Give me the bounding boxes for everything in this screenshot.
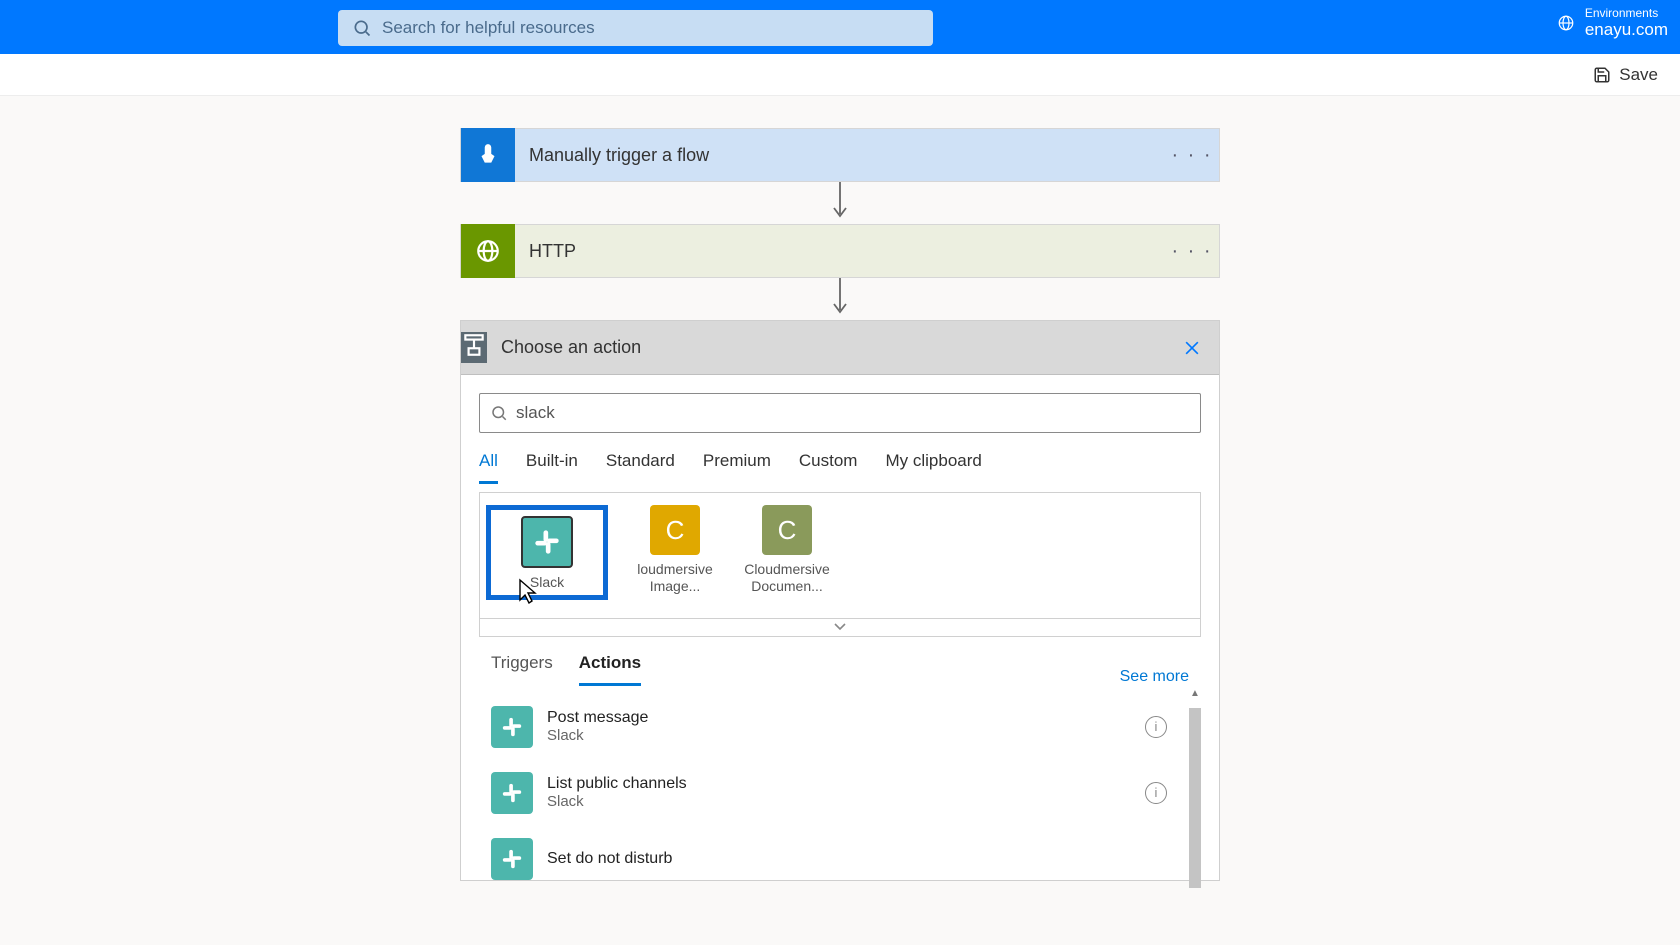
close-icon: [1182, 338, 1202, 358]
global-search[interactable]: [338, 10, 933, 46]
cloudmersive-document-icon: C: [762, 505, 812, 555]
environment-name: enayu.com: [1585, 20, 1668, 40]
trigger-action-tabs: Triggers Actions: [491, 653, 641, 686]
subtab-actions[interactable]: Actions: [579, 653, 641, 686]
action-title: List public channels: [547, 775, 687, 793]
choose-action-icon: [461, 332, 487, 363]
environment-icon: [1557, 14, 1575, 32]
command-bar: Save: [0, 54, 1680, 96]
connector-slack[interactable]: Slack: [486, 505, 608, 600]
connector-label: loudmersive Image...: [631, 561, 719, 595]
http-icon: [461, 224, 515, 278]
environment-picker[interactable]: Environments enayu.com: [1557, 6, 1668, 40]
connector-cloudmersive-image[interactable]: C loudmersive Image...: [630, 505, 720, 595]
trigger-icon: [461, 128, 515, 182]
trigger-card[interactable]: Manually trigger a flow · · ·: [460, 128, 1220, 182]
tab-custom[interactable]: Custom: [799, 451, 858, 484]
action-title: Set do not disturb: [547, 850, 672, 868]
action-title: Post message: [547, 709, 648, 727]
global-search-input[interactable]: [382, 18, 919, 38]
panel-title: Choose an action: [487, 337, 1165, 358]
connector-arrow: [460, 182, 1220, 224]
trigger-title: Manually trigger a flow: [515, 145, 1165, 166]
choose-action-panel: Choose an action All Built-in Standard P…: [460, 320, 1220, 881]
connector-label: Slack: [530, 574, 564, 591]
connector-label: Cloudmersive Documen...: [743, 561, 831, 595]
connector-cloudmersive-document[interactable]: C Cloudmersive Documen...: [742, 505, 832, 595]
cloudmersive-image-icon: C: [650, 505, 700, 555]
category-tabs: All Built-in Standard Premium Custom My …: [479, 451, 1201, 484]
connector-search-input[interactable]: [516, 403, 1190, 423]
action-subtitle: Slack: [547, 793, 687, 810]
tab-all[interactable]: All: [479, 451, 498, 484]
action-list-channels[interactable]: List public channels Slack i: [491, 760, 1197, 826]
slack-icon: [491, 772, 533, 814]
slack-icon: [491, 838, 533, 880]
connector-grid: Slack C loudmersive Image... C Cloudmers…: [479, 492, 1201, 619]
info-icon[interactable]: i: [1145, 782, 1167, 804]
actions-list: ▲ Post message Slack i: [491, 694, 1197, 880]
close-panel-button[interactable]: [1165, 321, 1219, 375]
flow-canvas: Manually trigger a flow · · · HTTP · · ·…: [0, 96, 1680, 881]
action-post-message[interactable]: Post message Slack i: [491, 694, 1197, 760]
slack-icon: [491, 706, 533, 748]
search-icon: [490, 404, 508, 422]
expand-connectors-button[interactable]: [479, 619, 1201, 637]
see-more-link[interactable]: See more: [1120, 668, 1189, 686]
save-label: Save: [1619, 65, 1658, 85]
trigger-menu-button[interactable]: · · ·: [1165, 128, 1219, 182]
top-bar: Environments enayu.com: [0, 0, 1680, 54]
scroll-up-button[interactable]: ▲: [1189, 688, 1201, 700]
save-icon: [1593, 66, 1611, 84]
chevron-down-icon: [834, 623, 846, 631]
tab-standard[interactable]: Standard: [606, 451, 675, 484]
action-subtitle: Slack: [547, 727, 648, 744]
http-title: HTTP: [515, 241, 1165, 262]
environment-label: Environments: [1585, 6, 1668, 20]
tab-clipboard[interactable]: My clipboard: [885, 451, 981, 484]
subtab-triggers[interactable]: Triggers: [491, 653, 553, 686]
connector-search[interactable]: [479, 393, 1201, 433]
slack-icon: [521, 516, 573, 568]
http-card[interactable]: HTTP · · ·: [460, 224, 1220, 278]
action-set-dnd[interactable]: Set do not disturb: [491, 826, 1197, 880]
tab-builtin[interactable]: Built-in: [526, 451, 578, 484]
info-icon[interactable]: i: [1145, 716, 1167, 738]
tab-premium[interactable]: Premium: [703, 451, 771, 484]
connector-arrow: [460, 278, 1220, 320]
http-menu-button[interactable]: · · ·: [1165, 224, 1219, 278]
scrollbar-thumb[interactable]: [1189, 708, 1201, 888]
save-button[interactable]: Save: [1593, 65, 1658, 85]
panel-header: Choose an action: [461, 321, 1219, 375]
search-icon: [352, 18, 372, 38]
